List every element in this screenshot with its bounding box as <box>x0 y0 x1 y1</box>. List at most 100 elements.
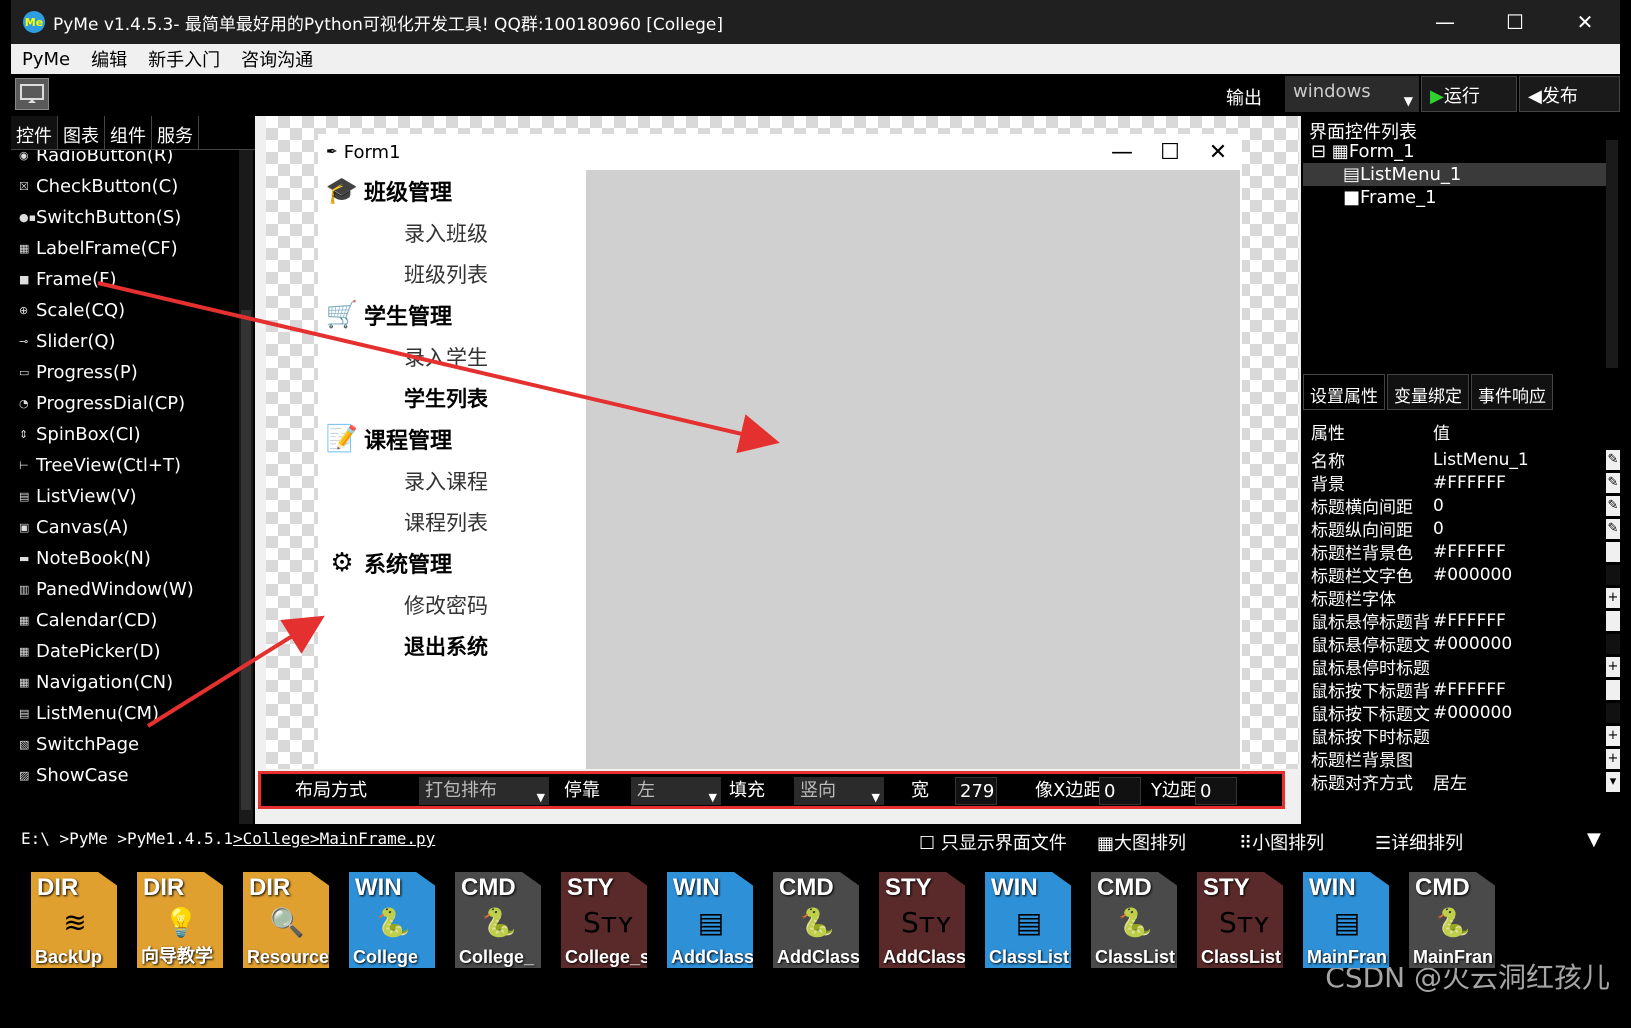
property-edit-button[interactable] <box>1606 679 1620 700</box>
property-edit-button[interactable]: + <box>1606 725 1620 746</box>
listmenu-group-header[interactable]: 🎓 班级管理 <box>318 170 586 212</box>
property-value[interactable]: #FFFFFF <box>1433 542 1606 562</box>
tab-properties[interactable]: 设置属性 <box>1303 374 1385 410</box>
property-edit-button[interactable] <box>1606 541 1620 562</box>
scrollbar-thumb[interactable] <box>241 310 251 810</box>
component-item[interactable]: ●▪ SwitchButton(S) <box>11 202 233 233</box>
property-value[interactable]: #FFFFFF <box>1433 611 1606 631</box>
component-item[interactable]: ⊢ TreeView(Ctl+T) <box>11 450 233 481</box>
file-item[interactable]: WIN ▤ ClassList <box>985 872 1071 968</box>
property-edit-button[interactable]: + <box>1606 748 1620 769</box>
tab-components[interactable]: 组件 <box>105 116 152 149</box>
file-item[interactable]: STY Sᴛʏ College_s <box>561 872 647 968</box>
property-edit-button[interactable]: ✎ <box>1606 518 1620 539</box>
property-edit-button[interactable] <box>1606 610 1620 631</box>
property-edit-button[interactable] <box>1606 702 1620 723</box>
listmenu-item[interactable]: 录入学生 <box>318 336 586 377</box>
tree-item[interactable]: ⊟ ▦ Form_1 <box>1303 140 1608 163</box>
property-row[interactable]: 标题横向间距 0 ✎ <box>1301 494 1620 518</box>
tab-controls[interactable]: 控件 <box>11 116 58 149</box>
breadcrumb-pyme[interactable]: >PyMe <box>60 829 108 848</box>
file-item[interactable]: WIN ▤ AddClass <box>667 872 753 968</box>
property-row[interactable]: 鼠标悬停标题文 #000000 <box>1301 632 1620 656</box>
component-item[interactable]: ▦ LabelFrame(CF) <box>11 233 233 264</box>
width-input[interactable]: 279 <box>955 777 997 805</box>
listmenu-group-header[interactable]: 🛒 学生管理 <box>318 294 586 336</box>
property-row[interactable]: 鼠标悬停标题背 #FFFFFF <box>1301 609 1620 633</box>
large-icons-button[interactable]: ▦大图排列 <box>1097 829 1186 855</box>
tab-events[interactable]: 事件响应 <box>1471 374 1553 410</box>
minimize-button[interactable]: — <box>1410 10 1480 34</box>
property-value[interactable]: #000000 <box>1433 703 1606 723</box>
dock-select[interactable]: 左 ▼ <box>631 777 721 805</box>
listmenu-item[interactable]: 录入课程 <box>318 460 586 501</box>
breadcrumb-root[interactable]: E:\ <box>21 829 50 848</box>
component-item[interactable]: ▦ DatePicker(D) <box>11 636 233 667</box>
scrollbar[interactable] <box>239 150 253 824</box>
property-edit-button[interactable] <box>1606 633 1620 654</box>
property-row[interactable]: 标题栏字体 + <box>1301 586 1620 610</box>
property-row[interactable]: 鼠标按下标题背 #FFFFFF <box>1301 678 1620 702</box>
monitor-icon[interactable] <box>15 78 49 110</box>
property-row[interactable]: 标题纵向间距 0 ✎ <box>1301 517 1620 541</box>
component-item[interactable]: ▣ Canvas(A) <box>11 512 233 543</box>
property-row[interactable]: 鼠标按下标题文 #000000 <box>1301 701 1620 725</box>
property-value[interactable]: 居左 <box>1433 769 1606 794</box>
component-item[interactable]: ■ Frame(F) <box>11 264 233 295</box>
file-item[interactable]: CMD 🐍 AddClass <box>773 872 859 968</box>
listmenu-item[interactable]: 修改密码 <box>318 584 586 625</box>
component-item[interactable]: ▤ ListMenu(CM) <box>11 698 233 729</box>
component-item[interactable]: ⊕ Scale(CQ) <box>11 295 233 326</box>
listmenu-item[interactable]: 班级列表 <box>318 253 586 294</box>
file-item[interactable]: DIR 💡 向导教学 <box>137 872 223 968</box>
form-preview[interactable]: ✒ Form1 — ☐ ✕ 🎓 班级管理 录入班级 班级列表 🛒 学生管理 录入学生 学生列表… <box>318 134 1242 770</box>
property-edit-button[interactable]: ▾ <box>1606 771 1620 792</box>
property-value[interactable]: #FFFFFF <box>1433 680 1606 700</box>
maximize-button[interactable]: ☐ <box>1480 10 1550 34</box>
property-value[interactable]: #000000 <box>1433 634 1606 654</box>
padx-input[interactable]: 0 <box>1099 777 1141 805</box>
property-edit-button[interactable]: ✎ <box>1606 472 1620 493</box>
listmenu-group-header[interactable]: ⚙ 系统管理 <box>318 542 586 584</box>
property-edit-button[interactable]: + <box>1606 656 1620 677</box>
property-edit-button[interactable]: + <box>1606 587 1620 608</box>
menu-consult[interactable]: 咨询沟通 <box>241 46 313 72</box>
output-label[interactable]: 输出 <box>1226 84 1262 110</box>
property-row[interactable]: 名称 ListMenu_1 ✎ <box>1301 448 1620 472</box>
frame-widget[interactable] <box>586 170 1240 770</box>
property-row[interactable]: 标题栏文字色 #000000 <box>1301 563 1620 587</box>
breadcrumb-mainframe[interactable]: >MainFrame.py <box>310 829 435 848</box>
run-button[interactable]: ▶运行 <box>1421 76 1517 112</box>
property-edit-button[interactable]: ✎ <box>1606 449 1620 470</box>
property-row[interactable]: 标题栏背景色 #FFFFFF <box>1301 540 1620 564</box>
component-item[interactable]: ▦ Navigation(CN) <box>11 667 233 698</box>
file-item[interactable]: STY Sᴛʏ AddClass <box>879 872 965 968</box>
form-minimize-button[interactable]: — <box>1098 140 1146 165</box>
file-item[interactable]: WIN 🐍 College <box>349 872 435 968</box>
property-edit-button[interactable]: ✎ <box>1606 495 1620 516</box>
listmenu-widget[interactable]: 🎓 班级管理 录入班级 班级列表 🛒 学生管理 录入学生 学生列表 📝 课程管理 录入课程 课程列表 ⚙… <box>318 170 586 770</box>
property-row[interactable]: 鼠标悬停时标题 + <box>1301 655 1620 679</box>
property-value[interactable]: ListMenu_1 <box>1433 450 1606 470</box>
listmenu-group-header[interactable]: 📝 课程管理 <box>318 418 586 460</box>
file-item[interactable]: CMD 🐍 MainFran <box>1409 872 1495 968</box>
property-value[interactable]: 0 <box>1433 496 1606 516</box>
only-ui-files-checkbox[interactable]: ☐ 只显示界面文件 <box>919 829 1067 855</box>
listmenu-item[interactable]: 退出系统 <box>318 625 586 666</box>
menu-edit[interactable]: 编辑 <box>91 46 127 72</box>
file-item[interactable]: CMD 🐍 ClassList <box>1091 872 1177 968</box>
component-item[interactable]: ⊸ Slider(Q) <box>11 326 233 357</box>
form-close-button[interactable]: ✕ <box>1194 140 1242 165</box>
component-item[interactable]: ▬ NoteBook(N) <box>11 543 233 574</box>
component-item[interactable]: ▨ ShowCase <box>11 760 233 791</box>
file-item[interactable]: STY Sᴛʏ ClassList <box>1197 872 1283 968</box>
breadcrumb-college[interactable]: >College <box>233 829 310 848</box>
file-item[interactable]: DIR 🔍 Resource <box>243 872 329 968</box>
layout-select[interactable]: 打包排布 ▼ <box>419 777 549 805</box>
breadcrumb-version[interactable]: >PyMe1.4.5.1 <box>117 829 233 848</box>
file-item[interactable]: CMD 🐍 College_ <box>455 872 541 968</box>
publish-button[interactable]: ◀发布 <box>1519 76 1620 112</box>
platform-select[interactable]: windows ▼ <box>1285 76 1419 112</box>
close-button[interactable]: ✕ <box>1550 10 1620 34</box>
tab-charts[interactable]: 图表 <box>58 116 105 149</box>
